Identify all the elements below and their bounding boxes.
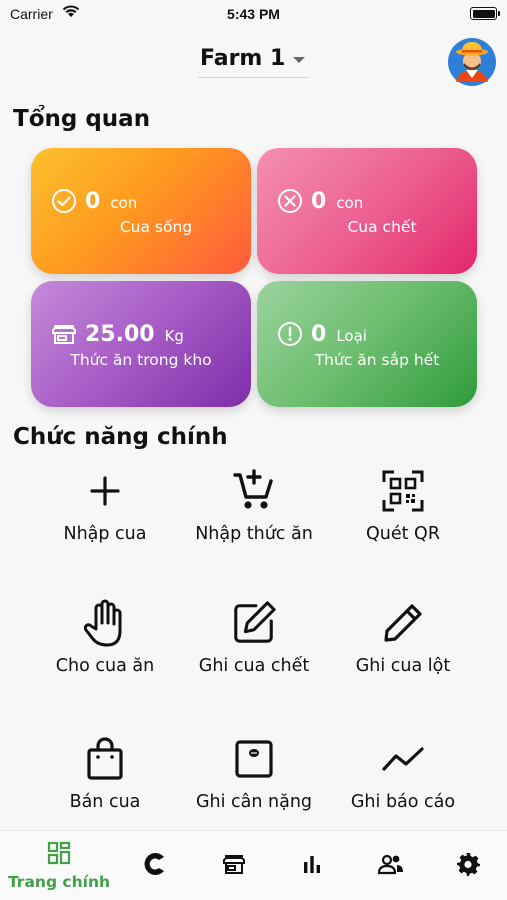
tab-home-label: Trang chính: [7, 873, 111, 891]
farm-name: Farm 1: [200, 46, 286, 71]
pencil-icon: [380, 600, 426, 646]
avatar[interactable]: [448, 38, 496, 86]
scan-qr-button[interactable]: Quét QR: [328, 468, 478, 568]
import-crab-label: Nhập cua: [63, 524, 147, 544]
header: Farm 1: [0, 38, 507, 86]
record-molt-button[interactable]: Ghi cua lột: [328, 600, 478, 700]
dashboard-icon: [47, 841, 71, 869]
dead-crab-card[interactable]: 0 con Cua chết: [257, 148, 477, 274]
food-unit: Kg: [164, 327, 184, 345]
record-report-button[interactable]: Ghi báo cáo: [328, 736, 478, 836]
food-label: Thức ăn trong kho: [70, 351, 212, 369]
record-weight-label: Ghi cân nặng: [195, 792, 313, 812]
tab-home[interactable]: Trang chính: [4, 831, 114, 900]
caret-down-icon: [293, 56, 306, 63]
status-bar: Carrier 5:43 PM: [0, 0, 507, 28]
alive-unit: con: [110, 194, 138, 212]
alert-circle-icon: [277, 321, 303, 347]
tab-brand[interactable]: [130, 831, 180, 900]
dead-count: 0: [311, 188, 327, 214]
record-dead-button[interactable]: Ghi cua chết: [179, 600, 329, 700]
edit-box-icon: [231, 600, 277, 646]
gear-icon: [456, 852, 480, 880]
alive-crab-card[interactable]: 0 con Cua sống: [31, 148, 251, 274]
functions-title: Chức năng chính: [13, 424, 228, 450]
record-weight-button[interactable]: Ghi cân nặng: [179, 736, 329, 836]
crab-logo-icon: [140, 849, 170, 883]
food-amount: 25.00: [85, 321, 155, 347]
hand-icon: [82, 599, 128, 647]
import-food-label: Nhập thức ăn: [195, 524, 313, 544]
import-crab-button[interactable]: Nhập cua: [30, 468, 180, 568]
sell-crab-button[interactable]: Bán cua: [30, 736, 180, 836]
scale-icon: [231, 736, 277, 782]
cart-plus-icon: [231, 468, 277, 514]
tab-bar: Trang chính: [0, 830, 507, 900]
x-circle-icon: [277, 188, 303, 214]
clock: 5:43 PM: [227, 6, 280, 22]
dead-label: Cua chết: [347, 218, 417, 236]
alive-count: 0: [85, 188, 101, 214]
battery-icon: [470, 7, 500, 20]
store-icon: [51, 321, 77, 347]
farm-selector[interactable]: Farm 1: [198, 44, 310, 78]
tab-stats[interactable]: [287, 831, 337, 900]
record-molt-label: Ghi cua lột: [355, 656, 451, 676]
shopping-bag-icon: [82, 736, 128, 782]
record-dead-label: Ghi cua chết: [198, 656, 310, 676]
feed-crab-button[interactable]: Cho cua ăn: [30, 599, 180, 700]
food-stock-card[interactable]: 25.00 Kg Thức ăn trong kho: [31, 281, 251, 407]
low-food-card[interactable]: 0 Loại Thức ăn sắp hết: [257, 281, 477, 407]
alive-label: Cua sống: [119, 218, 193, 236]
store-icon: [222, 852, 246, 880]
low-unit: Loại: [336, 327, 367, 345]
tab-store[interactable]: [209, 831, 259, 900]
qr-scan-icon: [380, 468, 426, 514]
dead-unit: con: [336, 194, 364, 212]
scan-qr-label: Quét QR: [366, 524, 440, 544]
check-circle-icon: [51, 188, 77, 214]
import-food-button[interactable]: Nhập thức ăn: [179, 468, 329, 568]
feed-crab-label: Cho cua ăn: [55, 656, 155, 676]
low-count: 0: [311, 321, 327, 347]
bar-chart-icon: [301, 853, 323, 879]
tab-settings[interactable]: [443, 831, 493, 900]
plus-icon: [82, 468, 128, 514]
people-icon: [377, 853, 405, 879]
record-report-label: Ghi báo cáo: [350, 792, 456, 812]
low-label: Thức ăn sắp hết: [314, 351, 440, 369]
tab-people[interactable]: [366, 831, 416, 900]
overview-title: Tổng quan: [13, 106, 151, 132]
sell-crab-label: Bán cua: [69, 792, 141, 812]
trend-line-icon: [380, 736, 426, 782]
